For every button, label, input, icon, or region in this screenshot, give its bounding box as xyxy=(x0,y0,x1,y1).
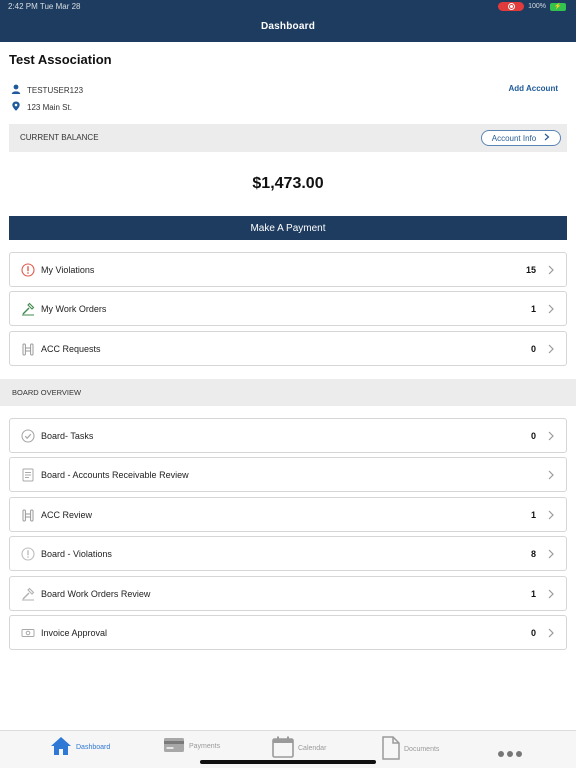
account-info-label: Account Info xyxy=(491,133,537,143)
calendar-icon xyxy=(272,736,294,760)
chevron-right-icon xyxy=(546,344,556,354)
location-pin-icon xyxy=(11,101,21,113)
document-icon xyxy=(21,468,35,482)
chevron-right-icon xyxy=(546,265,556,275)
my-work-orders-row[interactable]: My Work Orders 1 xyxy=(9,291,567,326)
recording-icon xyxy=(498,2,525,11)
alert-circle-icon xyxy=(21,262,35,277)
page-title: Dashboard xyxy=(260,21,316,32)
status-indicators: 100% ⚡ xyxy=(498,2,566,11)
chevron-right-icon xyxy=(546,549,556,559)
chevron-right-icon xyxy=(546,304,556,314)
row-count: 8 xyxy=(530,548,536,559)
chevron-right-icon xyxy=(546,431,556,441)
chevron-right-icon xyxy=(546,589,556,599)
row-label: Board - Violations xyxy=(41,548,112,559)
invoice-approval-row[interactable]: Invoice Approval 0 xyxy=(9,615,567,650)
tab-calendar[interactable]: Calendar xyxy=(272,736,326,760)
address-row: 123 Main St. xyxy=(11,101,72,113)
current-balance-header: CURRENT BALANCE Account Info xyxy=(9,124,567,152)
chevron-right-icon xyxy=(546,510,556,520)
row-label: My Work Orders xyxy=(41,303,107,314)
board-violations-row[interactable]: Board - Violations 8 xyxy=(9,536,567,571)
row-label: Board Work Orders Review xyxy=(41,588,151,599)
row-count: 1 xyxy=(530,509,536,520)
battery-percent: 100% xyxy=(528,3,546,10)
address: 123 Main St. xyxy=(27,102,72,112)
top-header: 2:42 PM Tue Mar 28 100% ⚡ Dashboard xyxy=(0,0,576,42)
chevron-right-icon xyxy=(544,133,550,143)
row-count: 1 xyxy=(530,588,536,599)
chevron-right-icon xyxy=(546,470,556,480)
board-overview-header: BOARD OVERVIEW xyxy=(0,379,576,406)
tab-label: Calendar xyxy=(298,744,327,752)
add-account-link[interactable]: Add Account xyxy=(509,84,558,93)
card-icon xyxy=(163,736,185,756)
account-info-button[interactable]: Account Info xyxy=(481,130,561,146)
home-indicator xyxy=(200,760,376,764)
tab-label: Dashboard xyxy=(76,743,111,751)
row-label: Invoice Approval xyxy=(41,627,108,638)
acc-review-row[interactable]: ACC Review 1 xyxy=(9,497,567,532)
check-circle-icon xyxy=(21,428,35,443)
more-dots-icon[interactable] xyxy=(498,751,522,757)
fence-icon xyxy=(21,342,35,356)
cash-icon xyxy=(21,626,35,640)
row-label: Board- Tasks xyxy=(41,430,94,441)
row-count: 0 xyxy=(530,343,536,354)
status-time: 2:42 PM Tue Mar 28 xyxy=(8,2,81,11)
board-overview-label: BOARD OVERVIEW xyxy=(12,388,82,397)
tab-label: Documents xyxy=(404,745,440,753)
user-row: TESTUSER123 xyxy=(11,84,83,96)
chevron-right-icon xyxy=(546,628,556,638)
row-label: ACC Review xyxy=(41,509,93,520)
my-violations-row[interactable]: My Violations 15 xyxy=(9,252,567,287)
make-payment-button[interactable]: Make A Payment xyxy=(9,216,567,240)
tab-documents[interactable]: Documents xyxy=(382,736,439,762)
tab-dashboard[interactable]: Dashboard xyxy=(50,736,110,758)
board-tasks-row[interactable]: Board- Tasks 0 xyxy=(9,418,567,453)
fence-icon xyxy=(21,508,35,522)
document-icon xyxy=(382,736,400,762)
row-label: ACC Requests xyxy=(41,343,101,354)
board-work-orders-review-row[interactable]: Board Work Orders Review 1 xyxy=(9,576,567,611)
current-balance-label: CURRENT BALANCE xyxy=(20,133,99,142)
alert-circle-icon xyxy=(21,546,35,561)
tab-payments[interactable]: Payments xyxy=(163,736,220,756)
battery-icon: ⚡ xyxy=(550,2,566,11)
acc-requests-row[interactable]: ACC Requests 0 xyxy=(9,331,567,366)
row-count: 0 xyxy=(530,430,536,441)
hammer-icon xyxy=(21,302,35,316)
person-icon xyxy=(11,84,21,96)
row-label: My Violations xyxy=(41,264,95,275)
hammer-icon xyxy=(21,587,35,601)
home-icon xyxy=(50,736,72,758)
board-accounts-receivable-row[interactable]: Board - Accounts Receivable Review xyxy=(9,457,567,492)
tab-label: Payments xyxy=(189,742,221,750)
association-name: Test Association xyxy=(9,52,112,67)
username: TESTUSER123 xyxy=(27,85,84,95)
row-count: 15 xyxy=(525,264,536,275)
row-count: 1 xyxy=(530,303,536,314)
row-label: Board - Accounts Receivable Review xyxy=(41,469,189,480)
row-count: 0 xyxy=(530,627,536,638)
balance-amount: $1,473.00 xyxy=(252,175,324,192)
